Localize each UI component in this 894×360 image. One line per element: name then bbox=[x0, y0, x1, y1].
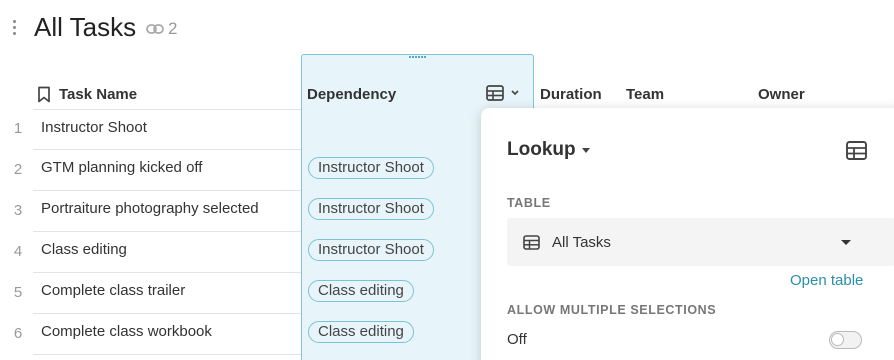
dependency-pill[interactable]: Instructor Shoot bbox=[308, 157, 434, 179]
link-icon bbox=[146, 24, 164, 34]
task-name-cell[interactable]: Complete class trailer bbox=[41, 282, 185, 299]
task-name-cell[interactable]: Class editing bbox=[41, 241, 127, 258]
table-select[interactable]: All Tasks bbox=[507, 218, 894, 266]
row-number: 3 bbox=[13, 202, 23, 219]
row-divider bbox=[33, 272, 301, 273]
column-label: Duration bbox=[540, 86, 602, 103]
link-count: 2 bbox=[168, 19, 178, 38]
column-header-owner[interactable]: Owner bbox=[758, 86, 805, 103]
row-number: 1 bbox=[13, 120, 23, 137]
row-divider bbox=[33, 313, 301, 314]
chevron-down-icon bbox=[511, 90, 519, 96]
header-divider bbox=[33, 109, 301, 110]
column-header-team[interactable]: Team bbox=[626, 86, 664, 103]
column-header-duration[interactable]: Duration bbox=[540, 86, 602, 103]
column-header-dependency[interactable]: Dependency bbox=[307, 86, 396, 103]
column-label: Task Name bbox=[59, 86, 138, 103]
dependency-pill[interactable]: Instructor Shoot bbox=[308, 198, 434, 220]
task-name-cell[interactable]: GTM planning kicked off bbox=[41, 159, 202, 176]
column-label: Dependency bbox=[307, 86, 397, 103]
dependency-pill[interactable]: Class editing bbox=[308, 280, 414, 302]
column-label: Team bbox=[626, 86, 665, 103]
row-divider bbox=[33, 231, 301, 232]
column-label: Owner bbox=[758, 86, 805, 103]
row-divider bbox=[33, 149, 301, 150]
toggle-knob bbox=[831, 333, 844, 346]
table-icon bbox=[486, 85, 504, 101]
table-section-label: TABLE bbox=[507, 196, 551, 210]
row-number: 5 bbox=[13, 284, 23, 301]
row-divider bbox=[33, 190, 301, 191]
task-name-cell[interactable]: Instructor Shoot bbox=[41, 119, 147, 136]
task-name-cell[interactable]: Portraiture photography selected bbox=[41, 200, 259, 217]
field-type-label: Lookup bbox=[507, 139, 576, 160]
multi-select-state: Off bbox=[507, 331, 527, 348]
task-name-cell[interactable]: Complete class workbook bbox=[41, 323, 212, 340]
table-select-value: All Tasks bbox=[552, 233, 611, 251]
row-number: 4 bbox=[13, 243, 23, 260]
field-settings-panel: Lookup TABLE All Tasks Open table ALLOW … bbox=[481, 108, 894, 360]
table-icon bbox=[523, 234, 540, 250]
bookmark-icon bbox=[38, 86, 50, 103]
field-type-dropdown[interactable]: Lookup bbox=[507, 139, 590, 161]
multi-select-toggle[interactable] bbox=[829, 331, 862, 349]
page-title: All Tasks bbox=[34, 12, 137, 42]
caret-down-icon bbox=[841, 240, 851, 245]
multi-select-section-label: ALLOW MULTIPLE SELECTIONS bbox=[507, 303, 717, 317]
column-drag-handle[interactable] bbox=[409, 56, 427, 59]
row-number: 2 bbox=[13, 161, 23, 178]
row-number: 6 bbox=[13, 325, 23, 342]
table-icon[interactable] bbox=[846, 141, 867, 165]
caret-down-icon bbox=[581, 147, 590, 153]
column-type-menu[interactable] bbox=[486, 85, 520, 101]
more-options-icon[interactable] bbox=[9, 20, 19, 38]
linked-records-indicator[interactable]: 2 bbox=[146, 19, 177, 39]
dependency-pill[interactable]: Instructor Shoot bbox=[308, 239, 434, 261]
open-table-link[interactable]: Open table bbox=[790, 272, 863, 289]
row-divider bbox=[33, 354, 301, 355]
column-header-task-name[interactable]: Task Name bbox=[37, 86, 137, 103]
dependency-pill[interactable]: Class editing bbox=[308, 321, 414, 343]
